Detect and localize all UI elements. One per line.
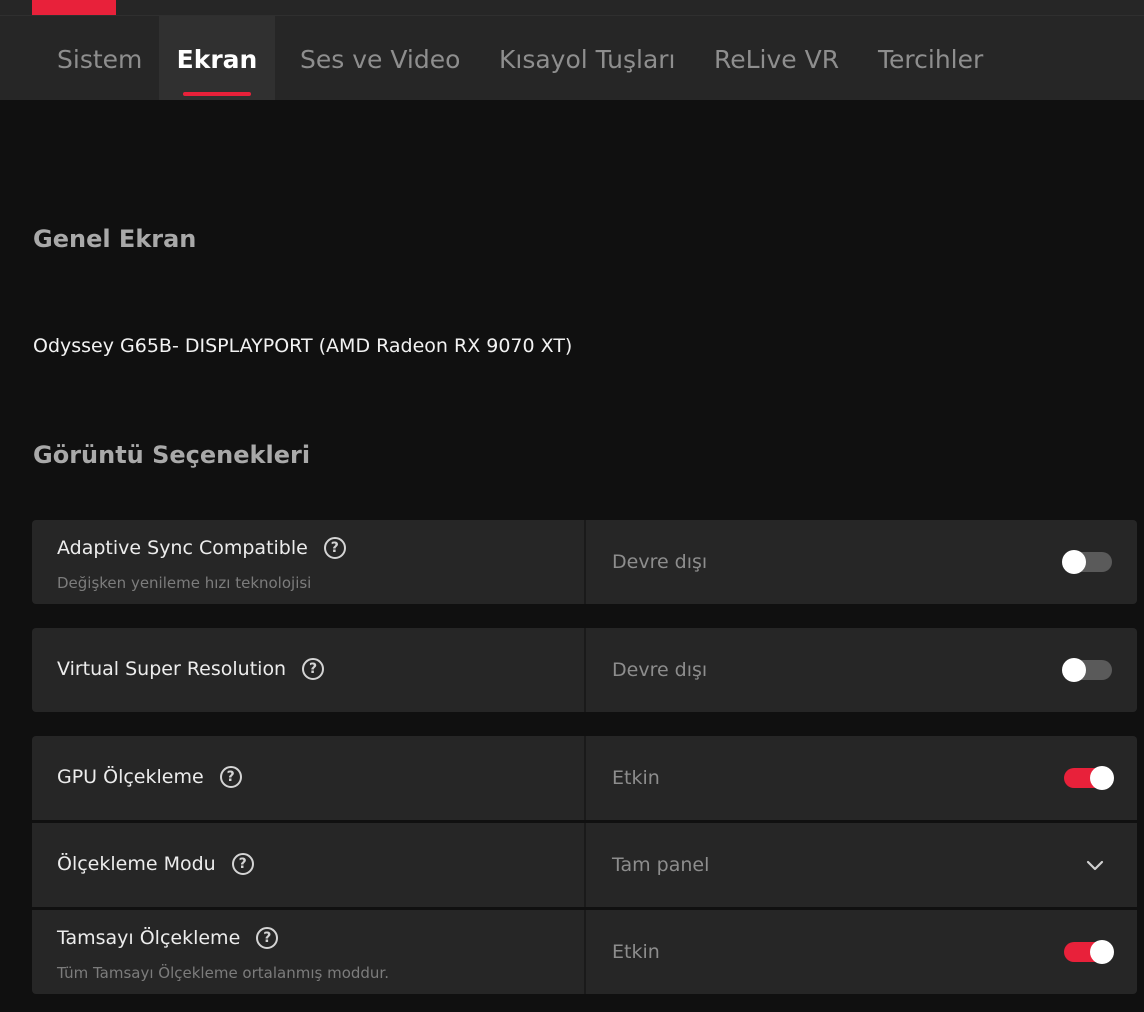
setting-row-integer-scaling: Tamsayı Ölçekleme ? Tüm Tamsayı Ölçeklem… (32, 910, 1137, 994)
tab-tercihler[interactable]: Tercihler (878, 16, 983, 100)
setting-value: Devre dışı (612, 659, 708, 681)
setting-value: Etkin (612, 941, 660, 963)
row-divider (584, 736, 586, 820)
help-circle-icon[interactable]: ? (323, 537, 346, 559)
row-divider (584, 520, 586, 604)
section-title-general-display: Genel Ekran (33, 225, 197, 253)
row-divider (584, 628, 586, 712)
setting-label-wrap: Ölçekleme Modu ? (57, 853, 254, 875)
setting-value: Etkin (612, 767, 660, 789)
setting-label: GPU Ölçekleme (57, 766, 204, 788)
toggle-knob (1090, 940, 1114, 964)
tab-ses-ve-video[interactable]: Ses ve Video (300, 16, 460, 100)
setting-label: Ölçekleme Modu (57, 853, 216, 875)
title-strip (0, 0, 1144, 15)
tab-label: Tercihler (878, 45, 984, 74)
setting-label-wrap: GPU Ölçekleme ? (57, 766, 242, 788)
tab-label: Sistem (57, 45, 143, 74)
tab-sistem[interactable]: Sistem (33, 16, 167, 100)
toggle-knob (1090, 766, 1114, 790)
tab-ekran[interactable]: Ekran (159, 16, 275, 100)
setting-description: Tüm Tamsayı Ölçekleme ortalanmış moddur. (57, 964, 389, 982)
setting-row-virtual-super-resolution: Virtual Super Resolution ? Devre dışı (32, 628, 1137, 712)
setting-label: Virtual Super Resolution (57, 658, 287, 680)
tab-label: Ekran (176, 45, 258, 74)
tab-label: Ses ve Video (300, 45, 461, 74)
row-divider (584, 910, 586, 994)
section-title-display-options: Görüntü Seçenekleri (33, 441, 311, 469)
toggle-knob (1062, 658, 1086, 682)
setting-label: Adaptive Sync Compatible (57, 537, 308, 559)
tab-relive-vr[interactable]: ReLive VR (714, 16, 839, 100)
help-circle-icon[interactable]: ? (302, 658, 325, 680)
tab-bar: Sistem Ekran Ses ve Video Kısayol Tuşlar… (0, 15, 1144, 100)
integer-scaling-toggle[interactable] (1064, 940, 1114, 964)
setting-label-wrap: Adaptive Sync Compatible ? (57, 537, 346, 559)
scaling-mode-dropdown[interactable]: Tam panel (612, 854, 709, 876)
row-divider (584, 823, 586, 907)
help-circle-icon[interactable]: ? (231, 853, 254, 875)
setting-label: Tamsayı Ölçekleme (57, 927, 241, 949)
tab-kisayol-tuslari[interactable]: Kısayol Tuşları (499, 16, 676, 100)
tab-label: Kısayol Tuşları (499, 45, 676, 74)
tab-label: ReLive VR (714, 45, 840, 74)
virtual-super-resolution-toggle[interactable] (1062, 658, 1112, 682)
toggle-knob (1062, 550, 1086, 574)
active-tab-indicator (183, 92, 251, 96)
setting-row-gpu-scaling: GPU Ölçekleme ? Etkin (32, 736, 1137, 820)
setting-label-wrap: Virtual Super Resolution ? (57, 658, 325, 680)
setting-value: Devre dışı (612, 551, 708, 573)
setting-row-adaptive-sync: Adaptive Sync Compatible ? Değişken yeni… (32, 520, 1137, 604)
setting-description: Değişken yenileme hızı teknolojisi (57, 574, 312, 592)
gpu-scaling-toggle[interactable] (1064, 766, 1114, 790)
brand-accent-bar (32, 0, 116, 15)
setting-row-scaling-mode: Ölçekleme Modu ? Tam panel (32, 823, 1137, 907)
help-circle-icon[interactable]: ? (219, 766, 242, 788)
help-circle-icon[interactable]: ? (256, 927, 279, 949)
adaptive-sync-toggle[interactable] (1062, 550, 1112, 574)
chevron-down-icon[interactable] (1085, 855, 1105, 875)
display-device-name: Odyssey G65B- DISPLAYPORT (AMD Radeon RX… (33, 335, 573, 357)
setting-label-wrap: Tamsayı Ölçekleme ? (57, 927, 279, 949)
